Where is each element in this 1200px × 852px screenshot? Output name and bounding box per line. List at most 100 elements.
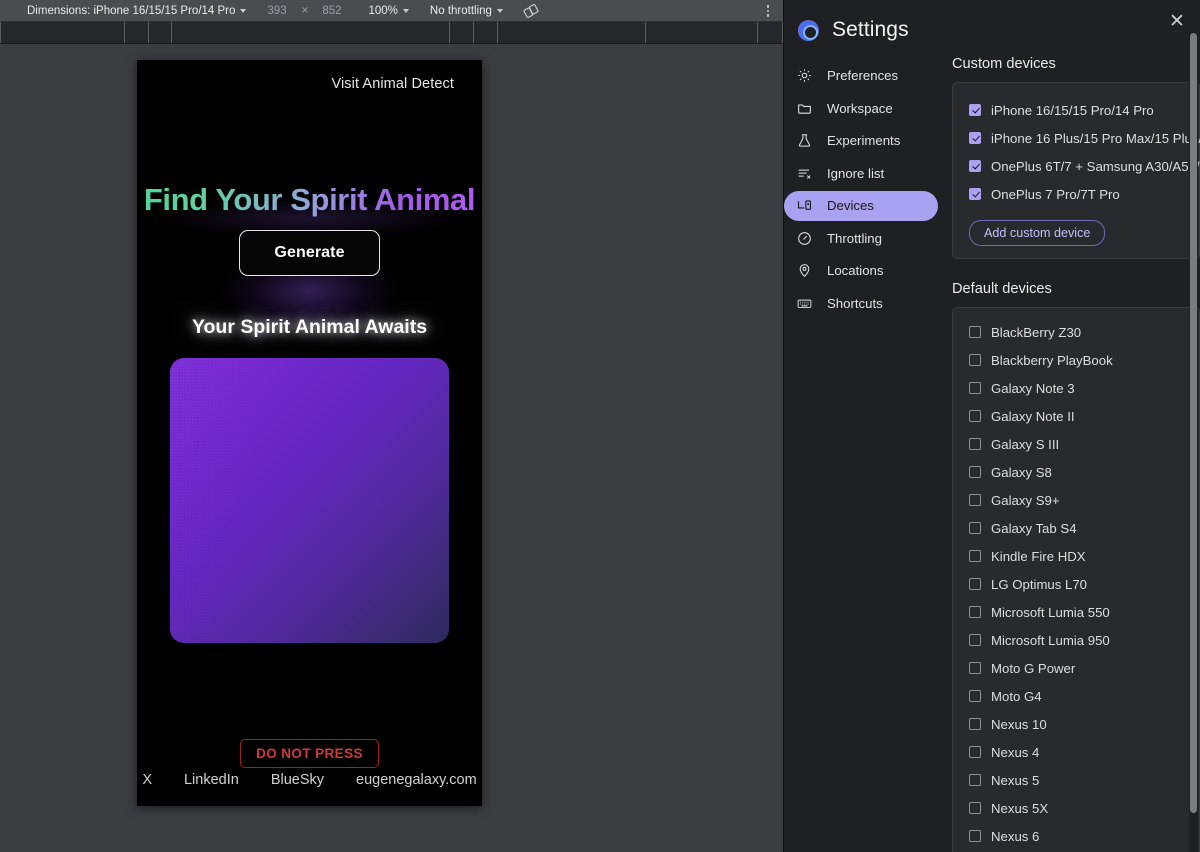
do-not-press-row: DO NOT PRESS (137, 739, 482, 768)
add-custom-device-button[interactable]: Add custom device (969, 220, 1106, 246)
dimensions-dropdown[interactable]: Dimensions: iPhone 16/15/15 Pro/14 Pro (27, 0, 247, 21)
list-item[interactable]: Moto G Power (953, 654, 1199, 682)
sidebar-item-preferences[interactable]: Preferences (784, 61, 938, 91)
scrollbar-thumb[interactable] (1190, 33, 1197, 813)
device-label: Kindle Fire HDX (991, 548, 1086, 564)
list-item[interactable]: LG Optimus L70 (953, 570, 1199, 598)
list-item[interactable]: Moto G4 (953, 682, 1199, 710)
list-item[interactable]: Microsoft Lumia 550 (953, 598, 1199, 626)
device-checkbox[interactable] (969, 160, 981, 172)
settings-scrollbar[interactable] (1189, 33, 1198, 852)
footer-links: X LinkedIn BlueSky eugenegalaxy.com (137, 772, 482, 788)
device-ruler[interactable] (0, 22, 783, 44)
sidebar-item-label: Locations (827, 263, 884, 278)
more-options-icon[interactable] (766, 0, 769, 22)
device-checkbox[interactable] (969, 382, 981, 394)
device-checkbox[interactable] (969, 774, 981, 786)
sidebar-item-shortcuts[interactable]: Shortcuts (784, 288, 938, 318)
device-checkbox[interactable] (969, 606, 981, 618)
device-label: OnePlus 7 Pro/7T Pro (991, 186, 1120, 202)
zoom-value: 100% (368, 4, 398, 17)
list-item[interactable]: Galaxy S8 (953, 458, 1199, 486)
sidebar-item-locations[interactable]: Locations (784, 256, 938, 286)
list-item[interactable]: Galaxy S III (953, 430, 1199, 458)
width-input[interactable]: 393 (267, 5, 286, 17)
sidebar-item-throttling[interactable]: Throttling (784, 223, 938, 253)
list-item[interactable]: Nexus 4 (953, 738, 1199, 766)
device-checkbox[interactable] (969, 466, 981, 478)
device-label: Moto G Power (991, 660, 1076, 676)
device-checkbox[interactable] (969, 634, 981, 646)
sidebar-item-ignore-list[interactable]: Ignore list (784, 158, 938, 188)
sidebar-item-devices[interactable]: Devices (784, 190, 938, 221)
device-checkbox[interactable] (969, 550, 981, 562)
generate-button-row: Generate (137, 230, 482, 276)
dimension-separator: × (301, 4, 309, 17)
list-item[interactable]: Microsoft Lumia 950 (953, 626, 1199, 654)
do-not-press-button[interactable]: DO NOT PRESS (240, 739, 379, 768)
device-checkbox[interactable] (969, 746, 981, 758)
list-item[interactable]: iPhone 16/15/15 Pro/14 Pro (953, 96, 1199, 124)
device-label: OnePlus 6T/7 + Samsung A30/A50/A50s (991, 158, 1200, 174)
device-label: Galaxy S III (991, 436, 1060, 452)
zoom-dropdown[interactable]: 100% (369, 5, 409, 17)
device-checkbox[interactable] (969, 494, 981, 506)
device-checkbox[interactable] (969, 104, 981, 116)
sidebar-item-experiments[interactable]: Experiments (784, 126, 938, 156)
device-checkbox[interactable] (969, 132, 981, 144)
sidebar-item-label: Preferences (827, 68, 899, 83)
list-item[interactable]: Nexus 6 (953, 822, 1199, 850)
sidebar-item-workspace[interactable]: Workspace (784, 93, 938, 123)
height-input[interactable]: 852 (322, 5, 341, 17)
list-item[interactable]: Galaxy Note II (953, 402, 1199, 430)
list-item[interactable]: Galaxy Tab S4 (953, 514, 1199, 542)
list-item[interactable]: Galaxy Note 3 (953, 374, 1199, 402)
visit-animal-detect-link[interactable]: Visit Animal Detect (331, 76, 454, 92)
device-checkbox[interactable] (969, 718, 981, 730)
footer-link-bluesky[interactable]: BlueSky (271, 772, 324, 788)
device-checkbox[interactable] (969, 578, 981, 590)
list-item[interactable]: BlackBerry Z30 (953, 318, 1199, 346)
app-root: Dimensions: iPhone 16/15/15 Pro/14 Pro 3… (0, 0, 1200, 852)
rotate-device-icon[interactable] (523, 3, 539, 19)
list-item[interactable]: Kindle Fire HDX (953, 542, 1199, 570)
list-item[interactable]: OnePlus 6T/7 + Samsung A30/A50/A50s (953, 152, 1200, 180)
list-item[interactable]: iPhone 16 Plus/15 Pro Max/15 Plus/14 Pro… (953, 124, 1200, 152)
list-item[interactable]: Nexus 5 (953, 766, 1199, 794)
device-viewport[interactable]: Visit Animal Detect Find Your Spirit Ani… (137, 60, 482, 806)
device-label: Microsoft Lumia 950 (991, 632, 1110, 648)
chrome-devtools-logo-icon (798, 19, 819, 41)
settings-body: Preferences Workspace Experiments Ignore… (784, 33, 1200, 852)
footer-link-x[interactable]: X (142, 772, 152, 788)
sidebar-item-label: Experiments (827, 133, 901, 148)
device-label: Nexus 6 (991, 828, 1040, 844)
folder-icon (796, 100, 813, 117)
footer-link-website[interactable]: eugenegalaxy.com (356, 772, 477, 788)
gear-icon (796, 67, 813, 84)
device-label: Nexus 10 (991, 716, 1047, 732)
sidebar-item-label: Shortcuts (827, 295, 883, 311)
device-checkbox[interactable] (969, 690, 981, 702)
generate-button[interactable]: Generate (239, 230, 380, 276)
device-checkbox[interactable] (969, 326, 981, 338)
device-checkbox[interactable] (969, 188, 981, 200)
device-checkbox[interactable] (969, 830, 981, 842)
list-item[interactable]: Blackberry PlayBook (953, 346, 1199, 374)
device-checkbox[interactable] (969, 802, 981, 814)
default-devices-card: BlackBerry Z30 Blackberry PlayBook Galax… (952, 307, 1200, 852)
device-checkbox[interactable] (969, 438, 981, 450)
chevron-down-icon (402, 8, 409, 13)
device-checkbox[interactable] (969, 410, 981, 422)
device-checkbox[interactable] (969, 522, 981, 534)
device-label: Moto G4 (991, 688, 1042, 704)
list-item[interactable]: Galaxy S9+ (953, 486, 1199, 514)
list-item[interactable]: OnePlus 7 Pro/7T Pro (953, 180, 1199, 208)
footer-link-linkedin[interactable]: LinkedIn (184, 772, 239, 788)
list-item[interactable]: Nexus 10 (953, 710, 1199, 738)
device-checkbox[interactable] (969, 662, 981, 674)
list-item[interactable]: Nexus 5X (953, 794, 1199, 822)
throttling-dropdown[interactable]: No throttling (430, 5, 503, 17)
device-checkbox[interactable] (969, 354, 981, 366)
device-emulation-pane: Dimensions: iPhone 16/15/15 Pro/14 Pro 3… (0, 0, 783, 852)
close-icon[interactable]: ✕ (1164, 8, 1190, 34)
